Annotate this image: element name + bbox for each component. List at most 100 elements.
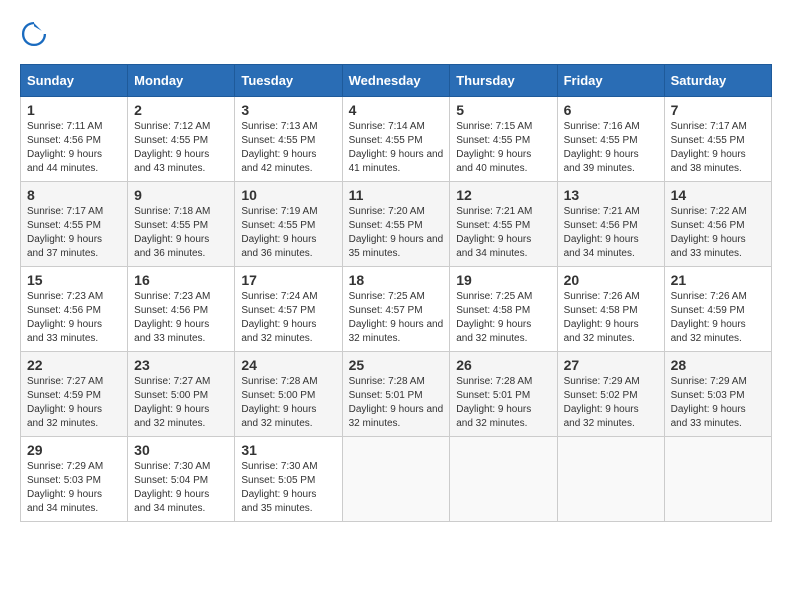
logo — [20, 20, 52, 48]
day-cell: 14 Sunrise: 7:22 AM Sunset: 4:56 PM Dayl… — [664, 182, 771, 267]
day-cell: 22 Sunrise: 7:27 AM Sunset: 4:59 PM Dayl… — [21, 352, 128, 437]
day-number: 30 — [134, 442, 228, 458]
day-info: Sunrise: 7:17 AM Sunset: 4:55 PM Dayligh… — [27, 205, 121, 261]
day-info: Sunrise: 7:22 AM Sunset: 4:56 PM Dayligh… — [671, 205, 765, 261]
logo-icon — [20, 20, 48, 48]
day-info: Sunrise: 7:13 AM Sunset: 4:55 PM Dayligh… — [241, 120, 335, 176]
day-cell: 2 Sunrise: 7:12 AM Sunset: 4:55 PM Dayli… — [128, 97, 235, 182]
day-number: 15 — [27, 272, 121, 288]
day-cell: 8 Sunrise: 7:17 AM Sunset: 4:55 PM Dayli… — [21, 182, 128, 267]
day-info: Sunrise: 7:23 AM Sunset: 4:56 PM Dayligh… — [27, 290, 121, 346]
day-cell: 20 Sunrise: 7:26 AM Sunset: 4:58 PM Dayl… — [557, 267, 664, 352]
day-cell: 9 Sunrise: 7:18 AM Sunset: 4:55 PM Dayli… — [128, 182, 235, 267]
day-cell: 30 Sunrise: 7:30 AM Sunset: 5:04 PM Dayl… — [128, 437, 235, 522]
day-cell: 26 Sunrise: 7:28 AM Sunset: 5:01 PM Dayl… — [450, 352, 557, 437]
day-number: 21 — [671, 272, 765, 288]
day-cell: 17 Sunrise: 7:24 AM Sunset: 4:57 PM Dayl… — [235, 267, 342, 352]
week-row-5: 29 Sunrise: 7:29 AM Sunset: 5:03 PM Dayl… — [21, 437, 772, 522]
day-info: Sunrise: 7:16 AM Sunset: 4:55 PM Dayligh… — [564, 120, 658, 176]
day-number: 12 — [456, 187, 550, 203]
day-number: 17 — [241, 272, 335, 288]
day-cell — [450, 437, 557, 522]
day-cell — [664, 437, 771, 522]
day-number: 7 — [671, 102, 765, 118]
day-cell: 4 Sunrise: 7:14 AM Sunset: 4:55 PM Dayli… — [342, 97, 450, 182]
weekday-header-monday: Monday — [128, 65, 235, 97]
day-cell: 3 Sunrise: 7:13 AM Sunset: 4:55 PM Dayli… — [235, 97, 342, 182]
day-cell: 25 Sunrise: 7:28 AM Sunset: 5:01 PM Dayl… — [342, 352, 450, 437]
weekday-header-friday: Friday — [557, 65, 664, 97]
day-cell: 5 Sunrise: 7:15 AM Sunset: 4:55 PM Dayli… — [450, 97, 557, 182]
day-info: Sunrise: 7:21 AM Sunset: 4:55 PM Dayligh… — [456, 205, 550, 261]
day-info: Sunrise: 7:26 AM Sunset: 4:58 PM Dayligh… — [564, 290, 658, 346]
day-info: Sunrise: 7:19 AM Sunset: 4:55 PM Dayligh… — [241, 205, 335, 261]
day-info: Sunrise: 7:24 AM Sunset: 4:57 PM Dayligh… — [241, 290, 335, 346]
day-cell: 13 Sunrise: 7:21 AM Sunset: 4:56 PM Dayl… — [557, 182, 664, 267]
day-cell: 15 Sunrise: 7:23 AM Sunset: 4:56 PM Dayl… — [21, 267, 128, 352]
day-info: Sunrise: 7:29 AM Sunset: 5:02 PM Dayligh… — [564, 375, 658, 431]
day-number: 24 — [241, 357, 335, 373]
calendar-table: SundayMondayTuesdayWednesdayThursdayFrid… — [20, 64, 772, 522]
day-number: 27 — [564, 357, 658, 373]
day-cell: 28 Sunrise: 7:29 AM Sunset: 5:03 PM Dayl… — [664, 352, 771, 437]
day-number: 28 — [671, 357, 765, 373]
day-number: 6 — [564, 102, 658, 118]
day-info: Sunrise: 7:15 AM Sunset: 4:55 PM Dayligh… — [456, 120, 550, 176]
day-info: Sunrise: 7:12 AM Sunset: 4:55 PM Dayligh… — [134, 120, 228, 176]
day-cell: 6 Sunrise: 7:16 AM Sunset: 4:55 PM Dayli… — [557, 97, 664, 182]
day-number: 4 — [349, 102, 444, 118]
day-info: Sunrise: 7:28 AM Sunset: 5:00 PM Dayligh… — [241, 375, 335, 431]
day-cell: 10 Sunrise: 7:19 AM Sunset: 4:55 PM Dayl… — [235, 182, 342, 267]
weekday-header-tuesday: Tuesday — [235, 65, 342, 97]
week-row-1: 1 Sunrise: 7:11 AM Sunset: 4:56 PM Dayli… — [21, 97, 772, 182]
day-number: 2 — [134, 102, 228, 118]
day-info: Sunrise: 7:29 AM Sunset: 5:03 PM Dayligh… — [671, 375, 765, 431]
day-number: 23 — [134, 357, 228, 373]
weekday-header-sunday: Sunday — [21, 65, 128, 97]
weekday-header-saturday: Saturday — [664, 65, 771, 97]
day-number: 20 — [564, 272, 658, 288]
day-number: 9 — [134, 187, 228, 203]
day-number: 13 — [564, 187, 658, 203]
day-cell: 16 Sunrise: 7:23 AM Sunset: 4:56 PM Dayl… — [128, 267, 235, 352]
day-cell: 18 Sunrise: 7:25 AM Sunset: 4:57 PM Dayl… — [342, 267, 450, 352]
day-cell: 31 Sunrise: 7:30 AM Sunset: 5:05 PM Dayl… — [235, 437, 342, 522]
day-number: 19 — [456, 272, 550, 288]
day-info: Sunrise: 7:20 AM Sunset: 4:55 PM Dayligh… — [349, 205, 444, 261]
day-info: Sunrise: 7:25 AM Sunset: 4:58 PM Dayligh… — [456, 290, 550, 346]
day-cell: 29 Sunrise: 7:29 AM Sunset: 5:03 PM Dayl… — [21, 437, 128, 522]
week-row-3: 15 Sunrise: 7:23 AM Sunset: 4:56 PM Dayl… — [21, 267, 772, 352]
weekday-header-row: SundayMondayTuesdayWednesdayThursdayFrid… — [21, 65, 772, 97]
day-number: 31 — [241, 442, 335, 458]
day-cell — [342, 437, 450, 522]
day-cell: 1 Sunrise: 7:11 AM Sunset: 4:56 PM Dayli… — [21, 97, 128, 182]
day-number: 8 — [27, 187, 121, 203]
day-info: Sunrise: 7:30 AM Sunset: 5:05 PM Dayligh… — [241, 460, 335, 516]
day-number: 11 — [349, 187, 444, 203]
day-number: 26 — [456, 357, 550, 373]
weekday-header-thursday: Thursday — [450, 65, 557, 97]
day-cell: 11 Sunrise: 7:20 AM Sunset: 4:55 PM Dayl… — [342, 182, 450, 267]
day-info: Sunrise: 7:27 AM Sunset: 4:59 PM Dayligh… — [27, 375, 121, 431]
day-info: Sunrise: 7:28 AM Sunset: 5:01 PM Dayligh… — [456, 375, 550, 431]
day-number: 14 — [671, 187, 765, 203]
day-number: 3 — [241, 102, 335, 118]
day-number: 22 — [27, 357, 121, 373]
day-info: Sunrise: 7:11 AM Sunset: 4:56 PM Dayligh… — [27, 120, 121, 176]
day-info: Sunrise: 7:17 AM Sunset: 4:55 PM Dayligh… — [671, 120, 765, 176]
day-number: 10 — [241, 187, 335, 203]
day-number: 5 — [456, 102, 550, 118]
day-info: Sunrise: 7:23 AM Sunset: 4:56 PM Dayligh… — [134, 290, 228, 346]
day-number: 1 — [27, 102, 121, 118]
day-cell: 7 Sunrise: 7:17 AM Sunset: 4:55 PM Dayli… — [664, 97, 771, 182]
day-info: Sunrise: 7:18 AM Sunset: 4:55 PM Dayligh… — [134, 205, 228, 261]
day-cell: 12 Sunrise: 7:21 AM Sunset: 4:55 PM Dayl… — [450, 182, 557, 267]
day-info: Sunrise: 7:28 AM Sunset: 5:01 PM Dayligh… — [349, 375, 444, 431]
day-info: Sunrise: 7:27 AM Sunset: 5:00 PM Dayligh… — [134, 375, 228, 431]
day-info: Sunrise: 7:14 AM Sunset: 4:55 PM Dayligh… — [349, 120, 444, 176]
day-number: 16 — [134, 272, 228, 288]
day-info: Sunrise: 7:26 AM Sunset: 4:59 PM Dayligh… — [671, 290, 765, 346]
day-cell: 23 Sunrise: 7:27 AM Sunset: 5:00 PM Dayl… — [128, 352, 235, 437]
day-cell: 24 Sunrise: 7:28 AM Sunset: 5:00 PM Dayl… — [235, 352, 342, 437]
day-cell: 19 Sunrise: 7:25 AM Sunset: 4:58 PM Dayl… — [450, 267, 557, 352]
